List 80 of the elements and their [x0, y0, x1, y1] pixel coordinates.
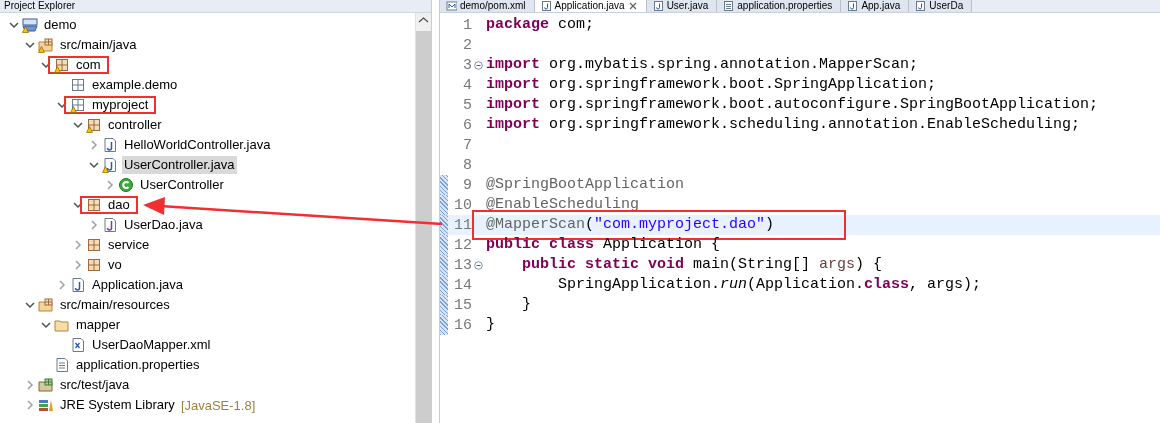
tree-item[interactable]: UserController — [138, 176, 226, 194]
line-number: 6 — [462, 116, 472, 134]
close-icon[interactable] — [627, 1, 638, 11]
folder-icon — [54, 317, 70, 333]
xml-file-icon — [70, 337, 86, 353]
source-folder-icon — [38, 377, 54, 393]
java-file-icon — [70, 277, 86, 293]
line-number: 10 — [453, 196, 472, 214]
line-number: 13 — [453, 256, 472, 274]
tree-item[interactable]: src/main/resources — [58, 296, 172, 314]
line-number: 14 — [453, 276, 472, 294]
tree-item[interactable]: src/test/java — [58, 376, 132, 394]
tree-item[interactable]: vo — [106, 256, 124, 274]
line-number: 12 — [453, 236, 472, 254]
tree-item[interactable]: application.properties — [74, 356, 202, 374]
file-icon — [540, 0, 552, 12]
tree-item[interactable]: JRE System Library — [58, 396, 177, 414]
tree-item[interactable]: mapper — [74, 316, 123, 334]
editor-tab[interactable]: App.java — [841, 0, 910, 12]
tree-item[interactable]: demo — [42, 16, 79, 34]
editor-tab[interactable]: application.properties — [717, 0, 842, 12]
code-line: import org.springframework.boot.autoconfigure.SpringBootApplication; — [486, 96, 1099, 114]
tree-item[interactable]: UserDaoMapper.xml — [90, 336, 213, 354]
code-line: } — [521, 296, 531, 314]
fold-icon[interactable] — [473, 260, 483, 270]
editor-tab[interactable]: UserDa — [909, 0, 973, 12]
file-icon — [723, 0, 735, 12]
tree-item[interactable]: UserController.java — [122, 156, 237, 174]
source-folder-icon — [38, 297, 54, 313]
tree-item[interactable]: com — [74, 56, 103, 74]
package-icon — [70, 77, 86, 93]
fold-icon[interactable] — [473, 60, 483, 70]
line-number: 15 — [453, 296, 472, 314]
tree-item[interactable]: example.demo — [90, 76, 180, 94]
java-file-icon — [102, 217, 118, 233]
text-file-icon — [54, 357, 70, 373]
file-icon — [652, 0, 664, 12]
line-number: 16 — [453, 316, 472, 334]
code-line: import org.mybatis.spring.annotation.MapperScan; — [486, 56, 919, 74]
tree-item[interactable]: service — [106, 236, 152, 254]
tree-item[interactable]: src/main/java — [58, 36, 139, 54]
library-icon — [38, 397, 54, 413]
code-line: SpringApplication.run(Application.class, args); — [557, 276, 982, 294]
line-number: 2 — [462, 36, 472, 54]
tree-item[interactable]: HelloWorldController.java — [122, 136, 273, 154]
code-line: @MapperScan("com.myproject.dao") — [486, 216, 775, 234]
tree-item[interactable]: UserDao.java — [122, 216, 205, 234]
class-icon — [118, 177, 134, 193]
code-line: public class Application { — [486, 236, 721, 254]
line-number: 4 — [462, 76, 472, 94]
panel-title: Project Explorer — [4, 0, 76, 12]
tree-item[interactable]: Application.java — [90, 276, 186, 294]
editor-tab[interactable]: demo/pom.xml — [440, 0, 535, 12]
line-number: 9 — [462, 176, 472, 194]
tree-item[interactable]: myproject — [90, 96, 151, 114]
code-line: package com; — [486, 16, 595, 34]
code-line: public static void main(String[] args) { — [521, 256, 883, 274]
java-file-icon — [102, 137, 118, 153]
tree-item[interactable]: controller — [106, 116, 164, 134]
code-line: @SpringBootApplication — [486, 176, 685, 194]
code-line: import org.springframework.boot.SpringApplication; — [486, 76, 937, 94]
tree-item[interactable]: dao — [106, 196, 132, 214]
line-number: 11 — [453, 216, 472, 234]
line-number: 1 — [462, 16, 472, 34]
package-icon — [86, 257, 102, 273]
code-line: } — [486, 316, 495, 334]
editor-tab[interactable]: User.java — [646, 0, 718, 12]
line-number: 8 — [462, 156, 472, 174]
code-line: @EnableScheduling — [486, 196, 640, 214]
file-icon — [446, 0, 457, 12]
line-number: 3 — [462, 56, 472, 74]
tree-item-decoration: [JavaSE-1.8] — [180, 397, 256, 413]
package-icon — [86, 197, 102, 213]
package-icon — [86, 237, 102, 253]
code-line: import org.springframework.scheduling.annotation.EnableScheduling; — [486, 116, 1081, 134]
file-icon — [915, 0, 927, 12]
editor-tab[interactable]: Application.java — [534, 0, 647, 12]
file-icon — [847, 0, 859, 12]
line-number: 7 — [462, 136, 472, 154]
line-number: 5 — [462, 96, 472, 114]
